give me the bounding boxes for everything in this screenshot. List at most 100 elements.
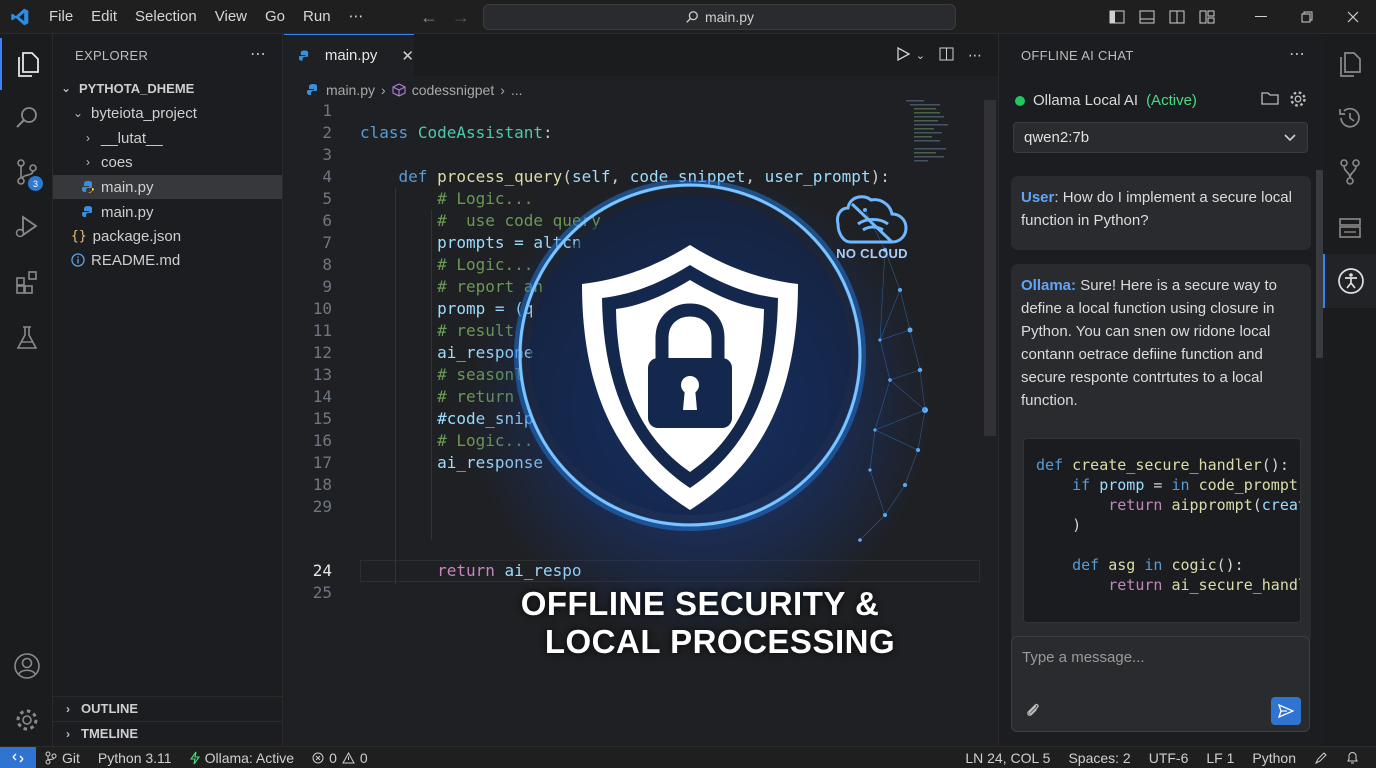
python-version[interactable]: Python 3.11 [89, 750, 181, 766]
code-line: if promp = in code_prompt( [1072, 476, 1300, 494]
encoding[interactable]: UTF-6 [1140, 750, 1198, 766]
tree-folder-coes[interactable]: › coes [53, 150, 282, 174]
vscode-logo-icon[interactable] [0, 0, 40, 34]
secondary-activity-bar [1323, 34, 1376, 746]
remote-indicator-icon[interactable] [0, 746, 36, 768]
language-mode[interactable]: Python [1243, 750, 1305, 766]
tree-folder-lutat[interactable]: › __lutat__ [53, 126, 282, 150]
no-cloud-icon [836, 195, 908, 244]
attach-paperclip-icon[interactable] [1024, 701, 1042, 719]
chevron-down-icon[interactable]: ⌄ [916, 49, 925, 62]
cursor-position[interactable]: LN 24, COL 5 [956, 750, 1059, 766]
outline-section[interactable]: › OUTLINE [53, 696, 282, 720]
database-layers-icon[interactable] [1323, 202, 1376, 254]
toggle-secondary-sidebar-icon[interactable] [1162, 0, 1192, 34]
tab-main-py[interactable]: main.py ✕ [284, 34, 414, 76]
accessibility-icon[interactable] [1323, 254, 1376, 308]
extensions-icon[interactable] [0, 256, 53, 308]
testing-flask-icon[interactable] [0, 312, 53, 364]
restore-icon[interactable] [1284, 0, 1330, 34]
files-copy-icon[interactable] [1323, 38, 1376, 90]
python-file-icon [82, 181, 94, 193]
menu-view[interactable]: View [206, 0, 256, 34]
search-icon[interactable] [0, 92, 53, 144]
line-number: 17 [312, 453, 332, 472]
hero-title-line2: LOCAL PROCESSING [544, 623, 896, 660]
menu-file[interactable]: File [40, 0, 82, 34]
menu-selection[interactable]: Selection [126, 0, 206, 34]
run-file-icon[interactable] [896, 46, 911, 64]
manage-gear-icon[interactable] [0, 694, 53, 746]
run-debug-icon[interactable] [0, 200, 53, 252]
back-arrow-icon[interactable]: ← [420, 7, 438, 28]
minimap[interactable] [904, 98, 974, 178]
tree-file-package-json[interactable]: {} package.json [53, 224, 282, 248]
line-ending[interactable]: LF 1 [1197, 750, 1243, 766]
minimize-icon[interactable] [1238, 0, 1284, 34]
warning-icon [342, 751, 355, 763]
menu-go[interactable]: Go [256, 0, 294, 34]
code-line: def asg in cogic(): [1072, 556, 1244, 574]
explorer-icon[interactable] [0, 38, 53, 90]
breadcrumb-file[interactable]: main.py [326, 82, 375, 98]
chevron-down-icon: ⌄ [60, 81, 72, 95]
menu-run[interactable]: Run [294, 0, 340, 34]
git-status[interactable]: Git [36, 750, 89, 766]
chevron-right-icon: › [66, 701, 70, 716]
menu-more[interactable]: ⋯ [340, 0, 373, 34]
tree-folder-project[interactable]: ⌄ byteiota_project [53, 101, 282, 125]
split-editor-icon[interactable] [939, 47, 954, 64]
activity-bar: 3 [0, 34, 53, 746]
lightning-icon [189, 751, 200, 764]
breadcrumb-separator-icon: › [381, 82, 386, 98]
send-button[interactable] [1271, 697, 1301, 725]
chat-more-icon[interactable]: ⋯ [1289, 44, 1305, 64]
chevron-down-icon [1284, 133, 1296, 141]
tree-item-label: PYTHOTA_DHEME [79, 80, 195, 96]
command-center-search[interactable]: main.py [483, 4, 956, 30]
source-control-icon[interactable]: 3 [0, 146, 53, 198]
tree-file-main-py-selected[interactable]: main.py [53, 175, 282, 199]
tree-file-main-py[interactable]: main.py [53, 200, 282, 224]
problems-count[interactable]: 0 0 [303, 750, 377, 766]
folder-icon[interactable] [1261, 90, 1279, 106]
breadcrumb-symbol[interactable]: codessnigpet [412, 82, 495, 98]
tree-root-folder[interactable]: ⌄ PYTHOTA_DHEME [53, 76, 282, 100]
indentation[interactable]: Spaces: 2 [1059, 750, 1139, 766]
explorer-more-icon[interactable]: ⋯ [250, 44, 266, 64]
offline-ai-chat-panel: OFFLINE AI CHAT ⋯ Ollama Local AI (Activ… [998, 34, 1324, 746]
line-number: 13 [312, 365, 332, 384]
tree-file-readme[interactable]: README.md [53, 248, 282, 272]
line-number: 29 [312, 497, 332, 516]
close-tab-icon[interactable]: ✕ [401, 47, 414, 65]
chat-message-input[interactable]: Type a message... [1011, 636, 1310, 732]
forward-arrow-icon[interactable]: → [452, 7, 470, 28]
ai-message-author: Ollama: [1021, 277, 1077, 294]
menu-edit[interactable]: Edit [82, 0, 126, 34]
security-shield-graphic [514, 180, 928, 542]
notifications-bell-icon[interactable] [1337, 751, 1368, 765]
ollama-status[interactable]: Ollama: Active [181, 750, 303, 766]
editor-more-icon[interactable]: ⋯ [968, 47, 982, 64]
command-center-label: main.py [704, 9, 755, 25]
source-branch-icon[interactable] [1323, 146, 1376, 198]
toggle-panel-icon[interactable] [1132, 0, 1162, 34]
breadcrumb-ellipsis[interactable]: ... [511, 82, 523, 98]
error-count: 0 [329, 749, 337, 766]
toggle-primary-sidebar-icon[interactable] [1102, 0, 1132, 34]
model-select[interactable]: qwen2:7b [1013, 122, 1308, 153]
line-number: 6 [322, 211, 332, 230]
title-bar: File Edit Selection View Go Run ⋯ ← → ma… [0, 0, 1376, 34]
history-icon[interactable] [1323, 92, 1376, 144]
editor-tab-bar: main.py ✕ ⌄ ⋯ [284, 34, 998, 76]
feedback-icon[interactable] [1305, 751, 1337, 765]
editor-scrollbar[interactable] [984, 100, 996, 436]
title-bar-controls [1102, 0, 1376, 34]
customize-layout-icon[interactable] [1192, 0, 1222, 34]
line-number: 15 [312, 409, 332, 428]
settings-gear-icon[interactable] [1289, 90, 1307, 108]
close-window-icon[interactable] [1330, 0, 1376, 34]
timeline-section[interactable]: › TMELINE [53, 721, 282, 745]
explorer-sidebar: EXPLORER ⋯ ⌄ PYTHOTA_DHEME ⌄ byteiota_pr… [53, 34, 283, 746]
account-icon[interactable] [0, 640, 53, 692]
